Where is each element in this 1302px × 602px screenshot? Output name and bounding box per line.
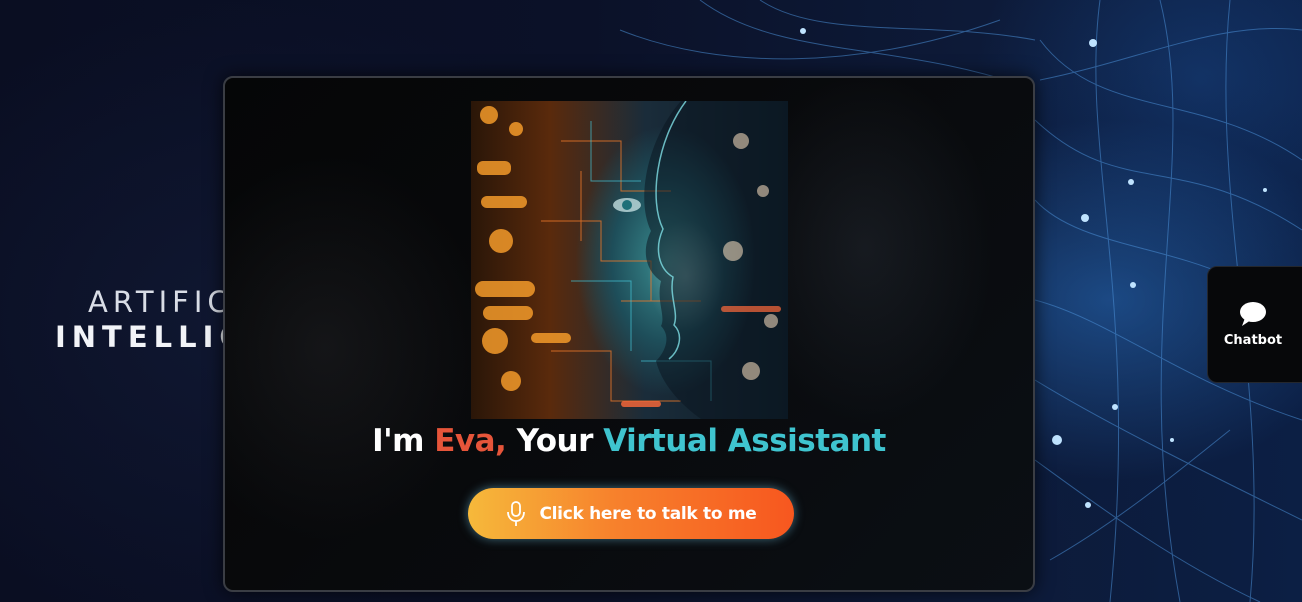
chatbot-label: Chatbot xyxy=(1223,333,1283,348)
assistant-modal: I'm Eva, Your Virtual Assistant Click he… xyxy=(223,76,1035,592)
background-heading: ARTIFIC INTELLIG xyxy=(55,288,249,352)
chatbot-tab[interactable]: Chatbot xyxy=(1207,266,1302,383)
assistant-name: Eva, xyxy=(434,423,507,459)
headline-prefix: I'm xyxy=(372,423,435,459)
background-heading-line1: ARTIFIC xyxy=(88,285,233,319)
headline-middle: Your xyxy=(506,423,604,459)
assistant-headline: I'm Eva, Your Virtual Assistant xyxy=(225,423,1033,459)
assistant-portrait-image xyxy=(471,101,788,419)
assistant-role: Virtual Assistant xyxy=(603,423,886,459)
talk-to-me-label: Click here to talk to me xyxy=(539,503,757,524)
background-heading-line2: INTELLIG xyxy=(55,320,250,354)
talk-to-me-button[interactable]: Click here to talk to me xyxy=(468,488,794,539)
chat-bubble-icon xyxy=(1240,302,1266,326)
microphone-icon xyxy=(507,500,526,526)
